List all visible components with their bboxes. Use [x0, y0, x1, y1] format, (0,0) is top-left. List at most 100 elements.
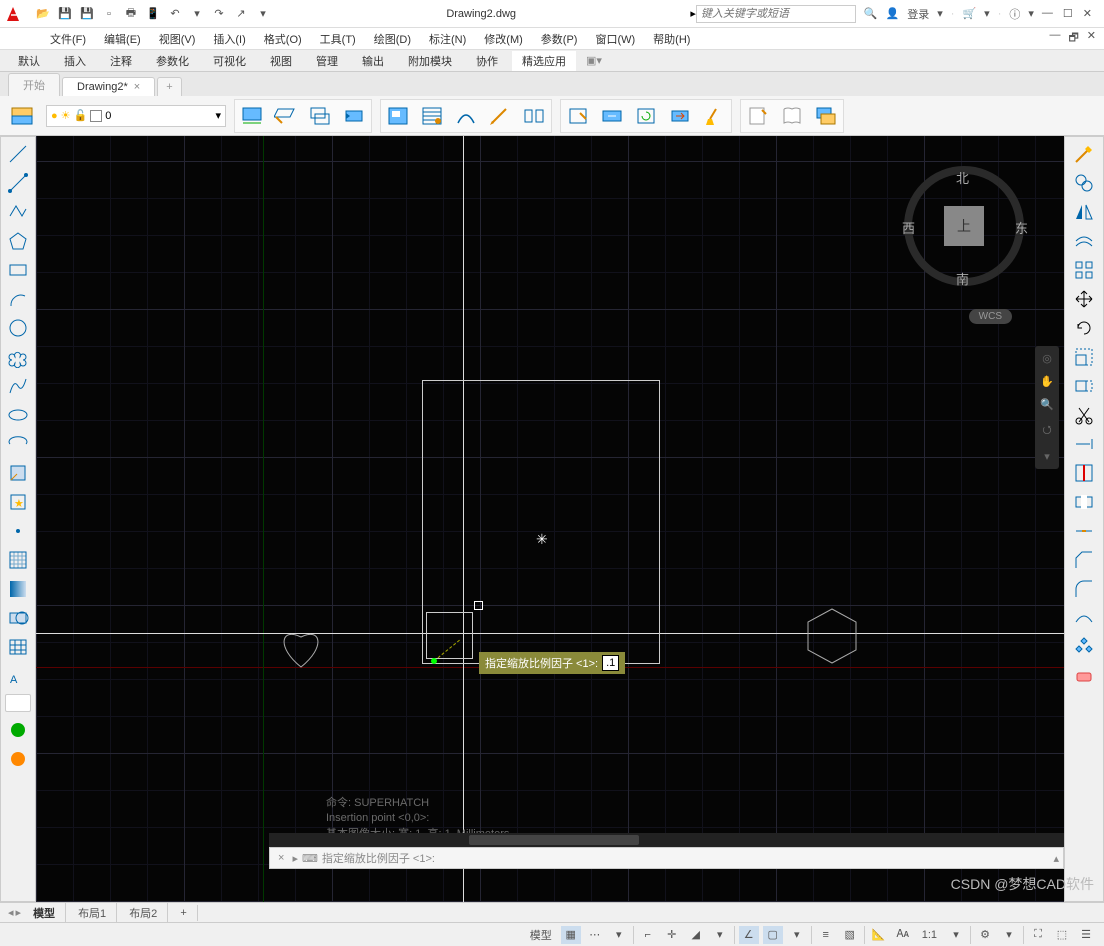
move-icon[interactable] [1070, 286, 1098, 312]
arc-icon[interactable] [4, 286, 32, 312]
stretch-icon[interactable] [1070, 373, 1098, 399]
menu-format[interactable]: 格式(O) [264, 31, 302, 47]
palette-handle[interactable] [5, 694, 31, 712]
move-tool-icon[interactable] [665, 102, 695, 130]
fillet-icon[interactable] [1070, 576, 1098, 602]
menu-tools[interactable]: 工具(T) [320, 31, 356, 47]
hatch-icon[interactable] [4, 547, 32, 573]
viewcube-top[interactable]: 上 [944, 206, 984, 246]
refresh-tool-icon[interactable] [631, 102, 661, 130]
rtab-collab[interactable]: 协作 [466, 51, 508, 71]
notes-icon[interactable] [743, 102, 773, 130]
dtab-close-icon[interactable]: × [134, 81, 140, 93]
login-label[interactable]: 登录 [907, 6, 929, 22]
circle-icon[interactable] [4, 315, 32, 341]
copy-circles-icon[interactable] [1070, 170, 1098, 196]
viewcube-n[interactable]: 北 [956, 168, 969, 187]
trim-icon[interactable] [1070, 402, 1098, 428]
dynamic-input-field[interactable]: .1 [602, 655, 619, 671]
status-max-icon[interactable]: ⛶ [1028, 926, 1048, 944]
dropdown-icon[interactable]: ▾ [188, 5, 206, 23]
scale-icon[interactable] [1070, 344, 1098, 370]
layer-state-icon[interactable] [237, 102, 267, 130]
layer-dropdown-icon[interactable]: ▾ [215, 109, 221, 122]
superhatch-icon[interactable] [383, 102, 413, 130]
menu-param[interactable]: 参数(P) [541, 31, 578, 47]
close-icon[interactable]: ✕ [1083, 7, 1092, 20]
doc-close-icon[interactable]: ✕ [1087, 29, 1096, 48]
canvas-scrollbar-h[interactable] [269, 833, 1064, 847]
status-iso-icon[interactable]: ◢ [686, 926, 706, 944]
block-tool-icon[interactable] [597, 102, 627, 130]
rtab-addon[interactable]: 附加模块 [398, 51, 462, 71]
array-icon[interactable] [1070, 257, 1098, 283]
extend-icon[interactable] [1070, 431, 1098, 457]
explode-icon[interactable] [1070, 634, 1098, 660]
color-orange-icon[interactable] [4, 746, 32, 772]
break-icon[interactable] [1070, 460, 1098, 486]
dtab-start[interactable]: 开始 [8, 73, 60, 96]
search-input[interactable] [696, 5, 856, 23]
pencil-tool-icon[interactable] [485, 102, 515, 130]
doc-min-icon[interactable]: — [1049, 29, 1060, 48]
mirror-icon[interactable] [1070, 199, 1098, 225]
layer-iso-icon[interactable] [271, 102, 301, 130]
help-icon[interactable]: ⓘ [1009, 6, 1020, 22]
dtab-drawing[interactable]: Drawing2* × [62, 77, 155, 96]
minimize-icon[interactable]: — [1042, 7, 1053, 20]
edit-tool-icon[interactable] [563, 102, 593, 130]
layer-dropdown[interactable]: ● ☀ 🔓 0 ▾ [46, 105, 226, 127]
status-otrack-icon[interactable]: ▢ [763, 926, 783, 944]
status-anno-icon[interactable]: 🗛 [893, 926, 913, 944]
gradient-icon[interactable] [4, 576, 32, 602]
scrollbar-thumb[interactable] [469, 835, 639, 845]
nav-orbit-icon[interactable]: ⭯ [1042, 421, 1051, 440]
saveas-icon[interactable]: 💾 [78, 5, 96, 23]
model-tabs-prev-icon[interactable]: ◂ [8, 906, 14, 919]
cmd-input[interactable]: 指定缩放比例因子 <1>: [322, 850, 1050, 866]
menu-insert[interactable]: 插入(I) [213, 31, 245, 47]
table-icon[interactable] [4, 634, 32, 660]
status-dropdown3[interactable]: ▾ [787, 926, 807, 944]
chamfer-icon[interactable] [1070, 547, 1098, 573]
rtab-featured[interactable]: 精选应用 [512, 51, 576, 71]
make-block-icon[interactable]: ★ [4, 489, 32, 515]
menu-file[interactable]: 文件(F) [50, 31, 86, 47]
arc-tool-icon[interactable] [451, 102, 481, 130]
join-icon[interactable] [1070, 518, 1098, 544]
status-polar-icon[interactable]: ✛ [662, 926, 682, 944]
redo-icon[interactable]: ↷ [210, 5, 228, 23]
status-sc-icon[interactable]: 📐 [869, 926, 889, 944]
status-snap-icon[interactable]: ⋯ [585, 926, 605, 944]
status-lwt-icon[interactable]: ≡ [816, 926, 836, 944]
polygon-icon[interactable] [4, 228, 32, 254]
menu-view[interactable]: 视图(V) [159, 31, 196, 47]
doc-max-icon[interactable]: 🗗 [1068, 29, 1078, 48]
binoculars-icon[interactable]: 🔍 [864, 7, 878, 20]
ellipse-arc-icon[interactable] [4, 431, 32, 457]
pencil-line-icon[interactable] [1070, 141, 1098, 167]
layer-match-icon[interactable] [305, 102, 335, 130]
save-icon[interactable]: 💾 [56, 5, 74, 23]
rtab-output[interactable]: 输出 [352, 51, 394, 71]
status-grid-icon[interactable]: ▦ [561, 926, 581, 944]
status-dropdown2[interactable]: ▾ [710, 926, 730, 944]
status-dropdown1[interactable]: ▾ [609, 926, 629, 944]
nav-wheel-icon[interactable]: ◎ [1042, 352, 1052, 365]
viewcube-w[interactable]: 西 [902, 218, 915, 237]
menu-draw[interactable]: 绘图(D) [374, 31, 411, 47]
nav-more-icon[interactable]: ▾ [1044, 450, 1050, 463]
rtab-annotate[interactable]: 注释 [100, 51, 142, 71]
status-ortho-icon[interactable]: ⌐ [638, 926, 658, 944]
point-icon[interactable] [4, 518, 32, 544]
cmd-up-icon[interactable]: ▴ [1053, 852, 1059, 865]
polyline-icon[interactable] [4, 199, 32, 225]
offset-icon[interactable] [1070, 228, 1098, 254]
align-tool-icon[interactable] [519, 102, 549, 130]
menu-modify[interactable]: 修改(M) [484, 31, 523, 47]
viewcube[interactable]: 上 北 南 西 东 [894, 156, 1034, 296]
line-icon[interactable] [4, 141, 32, 167]
plot-icon[interactable]: 🖶 [122, 5, 140, 23]
status-clean-icon[interactable]: ⬚ [1052, 926, 1072, 944]
status-model-btn[interactable]: 模型 [525, 926, 557, 944]
